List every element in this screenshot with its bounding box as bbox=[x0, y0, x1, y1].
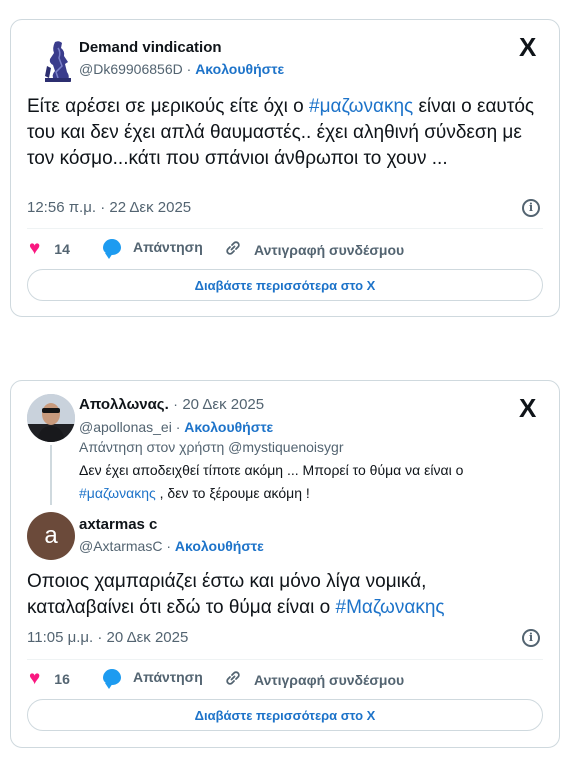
hashtag-link[interactable]: #Μαζωνακης bbox=[336, 597, 445, 618]
hashtag-link[interactable]: #μαζωνακης bbox=[79, 485, 156, 501]
tweet-timestamp[interactable]: 12:56 π.μ. · 22 Δεκ 2025 bbox=[27, 199, 191, 216]
read-more-button[interactable]: Διαβάστε περισσότερα στο X bbox=[27, 269, 543, 301]
tweet-text-part: Είτε αρέσει σε μερικούς είτε όχι ο bbox=[27, 96, 310, 117]
reply-label: Απάντηση bbox=[133, 669, 203, 685]
author-handle[interactable]: @AxtarmasC bbox=[79, 538, 162, 554]
tweet-text-part: , δεν το ξέρουμε ακόμη ! bbox=[155, 485, 310, 501]
separator-dot: · bbox=[166, 538, 172, 554]
reply-bubble-icon bbox=[103, 669, 121, 689]
tweet-card-1: Demand vindication @Dk69906856D · Ακολου… bbox=[10, 19, 560, 317]
divider bbox=[27, 228, 543, 229]
link-icon bbox=[224, 239, 242, 261]
avatar-apollonas[interactable] bbox=[27, 394, 75, 442]
reply-button[interactable]: Απάντηση bbox=[103, 669, 203, 689]
statue-avatar-image bbox=[33, 38, 81, 86]
parent-author-name[interactable]: Απολλωνας. bbox=[79, 396, 169, 413]
like-count: 16 bbox=[54, 670, 70, 687]
follow-button[interactable]: Ακολουθήστε bbox=[195, 61, 284, 77]
follow-button[interactable]: Ακολουθήστε bbox=[175, 538, 264, 554]
hashtag-link[interactable]: #μαζωνακης bbox=[309, 96, 413, 117]
separator-dot: · bbox=[173, 396, 178, 412]
copy-link-label: Αντιγραφή συνδέσμου bbox=[254, 242, 405, 258]
like-button[interactable]: ♥ 14 bbox=[29, 239, 70, 258]
author-handle-row: @AxtarmasC · Ακολουθήστε bbox=[79, 538, 264, 554]
reply-label: Απάντηση bbox=[133, 239, 203, 255]
tweet-card-2: Απολλωνας. · 20 Δεκ 2025 @apollonas_ei ·… bbox=[10, 380, 560, 748]
x-logo-icon[interactable]: X bbox=[519, 34, 536, 60]
parent-date[interactable]: 20 Δεκ 2025 bbox=[182, 396, 264, 413]
avatar-axtarmas[interactable]: a bbox=[27, 512, 75, 560]
author-name[interactable]: axtarmas c bbox=[79, 516, 157, 533]
author-handle-row: @Dk69906856D · Ακολουθήστε bbox=[79, 61, 284, 77]
parent-tweet-text: Δεν έχει αποδειχθεί τίποτε ακόμη ... Μπο… bbox=[79, 459, 519, 505]
person-photo-image bbox=[27, 394, 75, 442]
reply-button[interactable]: Απάντηση bbox=[103, 239, 203, 259]
parent-handle[interactable]: @apollonas_ei bbox=[79, 419, 172, 435]
divider bbox=[27, 659, 543, 660]
replying-to-text[interactable]: Απάντηση στον χρήστη @mystiquenoisygr bbox=[79, 439, 343, 455]
reply-bubble-icon bbox=[103, 239, 121, 259]
tweet-text: Είτε αρέσει σε μερικούς είτε όχι ο #μαζω… bbox=[27, 94, 537, 172]
tweet-timestamp[interactable]: 11:05 μ.μ. · 20 Δεκ 2025 bbox=[27, 629, 188, 646]
read-more-button[interactable]: Διαβάστε περισσότερα στο X bbox=[27, 699, 543, 731]
copy-link-button[interactable]: Αντιγραφή συνδέσμου bbox=[224, 669, 404, 691]
copy-link-label: Αντιγραφή συνδέσμου bbox=[254, 672, 405, 688]
info-icon[interactable]: i bbox=[522, 629, 540, 647]
heart-icon: ♥ bbox=[29, 238, 41, 259]
parent-handle-row: @apollonas_ei · Ακολουθήστε bbox=[79, 419, 273, 435]
parent-header: Απολλωνας. · 20 Δεκ 2025 bbox=[79, 396, 264, 414]
copy-link-button[interactable]: Αντιγραφή συνδέσμου bbox=[224, 239, 404, 261]
tweet-text-part: Δεν έχει αποδειχθεί τίποτε ακόμη ... Μπο… bbox=[79, 462, 464, 478]
like-count: 14 bbox=[54, 240, 70, 257]
parent-follow-button[interactable]: Ακολουθήστε bbox=[184, 419, 273, 435]
avatar-demand-vindication[interactable] bbox=[33, 38, 81, 86]
author-handle[interactable]: @Dk69906856D bbox=[79, 61, 183, 77]
separator-dot: · bbox=[175, 419, 181, 435]
x-logo-icon[interactable]: X bbox=[519, 395, 536, 421]
author-name[interactable]: Demand vindication bbox=[79, 39, 222, 56]
info-icon[interactable]: i bbox=[522, 199, 540, 217]
heart-icon: ♥ bbox=[29, 668, 41, 689]
link-icon bbox=[224, 669, 242, 691]
reply-thread-line bbox=[50, 445, 52, 505]
tweet-text: Οποιος χαμπαριάζει έστω και μόνο λίγα νο… bbox=[27, 569, 527, 621]
separator-dot: · bbox=[186, 61, 192, 77]
like-button[interactable]: ♥ 16 bbox=[29, 669, 70, 688]
